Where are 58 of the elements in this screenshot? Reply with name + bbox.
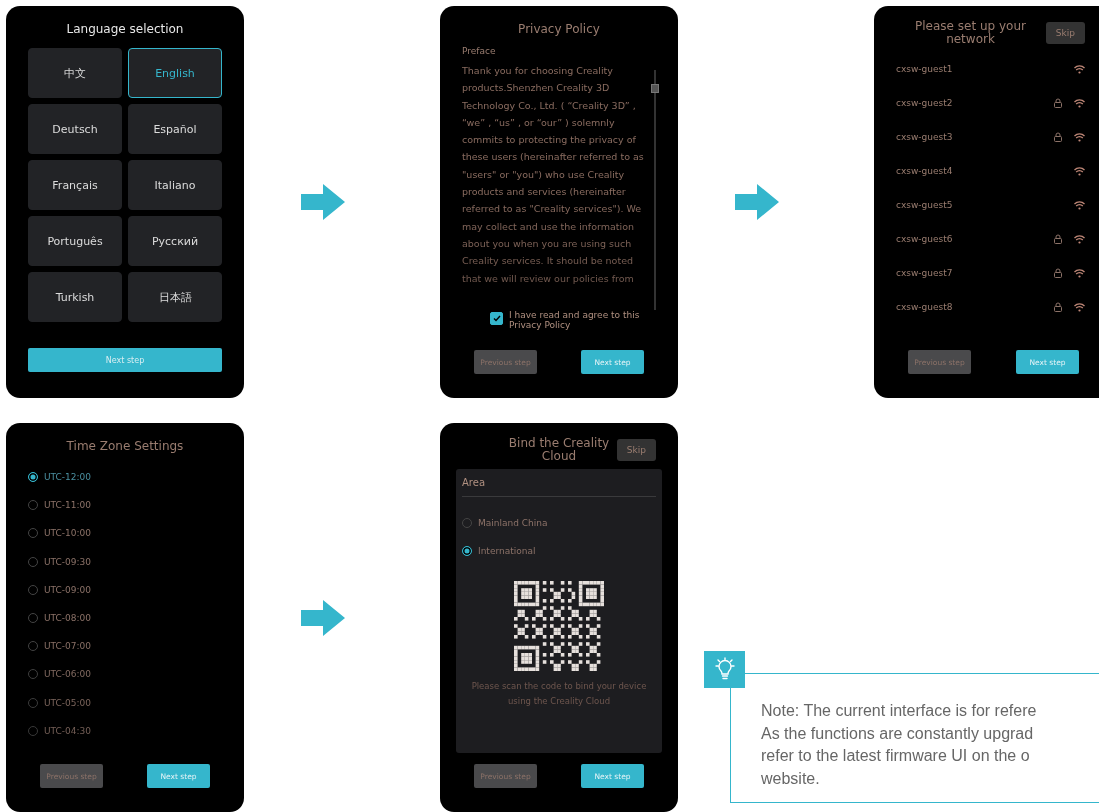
language-option[interactable]: 日本語 xyxy=(128,272,222,322)
time-zone-label: UTC-06:00 xyxy=(44,669,92,680)
time-zone-label: UTC-10:00 xyxy=(44,528,92,539)
area-option-label: Mainland China xyxy=(478,518,548,528)
scrollbar[interactable] xyxy=(654,70,656,310)
network-name[interactable]: cxsw-guest8 xyxy=(896,302,1054,312)
time-zone-label: UTC-05:00 xyxy=(44,697,92,708)
language-option[interactable]: Русский xyxy=(128,216,222,266)
agree-checkbox[interactable] xyxy=(490,312,503,325)
language-option[interactable]: Português xyxy=(28,216,122,266)
wifi-icon xyxy=(1074,166,1085,176)
right-arrow-icon xyxy=(301,599,345,636)
network-name[interactable]: cxsw-guest2 xyxy=(896,98,1054,108)
time-zone-label: UTC-09:00 xyxy=(44,584,92,595)
wifi-icon xyxy=(1074,98,1085,108)
screen-title: Privacy Policy xyxy=(517,21,601,38)
note-text: Note: The current interface is for refere As the functions are constantly upgrad refer to the latest firmware UI on the o website. xyxy=(761,701,1038,789)
time-zone-label: UTC-08:00 xyxy=(44,613,92,624)
time-zone-label: UTC-12:00 xyxy=(44,472,92,483)
network-name[interactable]: cxsw-guest5 xyxy=(896,200,1074,210)
right-arrow-icon xyxy=(735,184,779,220)
time-zone-label: UTC-11:00 xyxy=(44,500,92,511)
time-zone-label: UTC-07:00 xyxy=(44,641,92,652)
language-option[interactable]: 中文 xyxy=(28,48,122,98)
language-option[interactable]: Español xyxy=(128,104,222,154)
language-option[interactable]: English xyxy=(128,48,222,98)
wifi-icon xyxy=(1074,200,1085,210)
language-option[interactable]: Français xyxy=(28,160,122,210)
qr-caption: Please scan the code to bind your device using the Creality Cloud xyxy=(470,680,648,708)
network-name[interactable]: cxsw-guest1 xyxy=(896,64,1074,74)
time-zone-label: UTC-09:30 xyxy=(44,556,92,567)
section-heading: Preface xyxy=(462,46,497,56)
screen-title: Please set up your network xyxy=(914,20,1027,46)
area-heading: Area xyxy=(462,477,656,497)
screen-title: Time Zone Settings xyxy=(65,438,185,455)
right-arrow-icon xyxy=(301,184,345,220)
agree-label: I have read and agree to this Privacy Policy xyxy=(509,310,641,330)
wifi-icon xyxy=(1074,268,1085,278)
network-name[interactable]: cxsw-guest7 xyxy=(896,268,1054,278)
screen-title: Language selection xyxy=(65,21,185,38)
screen-title: Bind the Creality Cloud xyxy=(507,437,611,463)
radio-button[interactable] xyxy=(462,546,472,556)
wifi-icon xyxy=(1074,302,1085,312)
network-name[interactable]: cxsw-guest6 xyxy=(896,234,1054,244)
language-option[interactable]: Turkish xyxy=(28,272,122,322)
skip-button[interactable]: Skip xyxy=(1045,22,1085,44)
language-option[interactable]: Deutsch xyxy=(28,104,122,154)
area-option-label: International xyxy=(478,546,536,556)
time-zone-label: UTC-04:30 xyxy=(44,725,92,736)
network-name[interactable]: cxsw-guest3 xyxy=(896,132,1054,142)
wifi-icon xyxy=(1074,64,1085,74)
wifi-icon xyxy=(1074,132,1085,142)
skip-button[interactable]: Skip xyxy=(616,439,656,461)
wifi-icon xyxy=(1074,234,1085,244)
language-option[interactable]: Italiano xyxy=(128,160,222,210)
radio-button[interactable] xyxy=(28,472,38,483)
network-name[interactable]: cxsw-guest4 xyxy=(896,166,1074,176)
policy-text: Thank you for choosing Creality products.Shenzhen Creality 3D Technology Co., Ltd. ( “Creality 3D” , “we” , “us” , or “our” ) solemnly commits to protecting the privacy of these users (hereinafter referred to as "users" or "you") who use Creality products and services (hereinafter referred to as "Creality services"). We may collect and use the information about you when you are using such Creality services. It should be noted that we will review our policies from xyxy=(462,64,645,286)
